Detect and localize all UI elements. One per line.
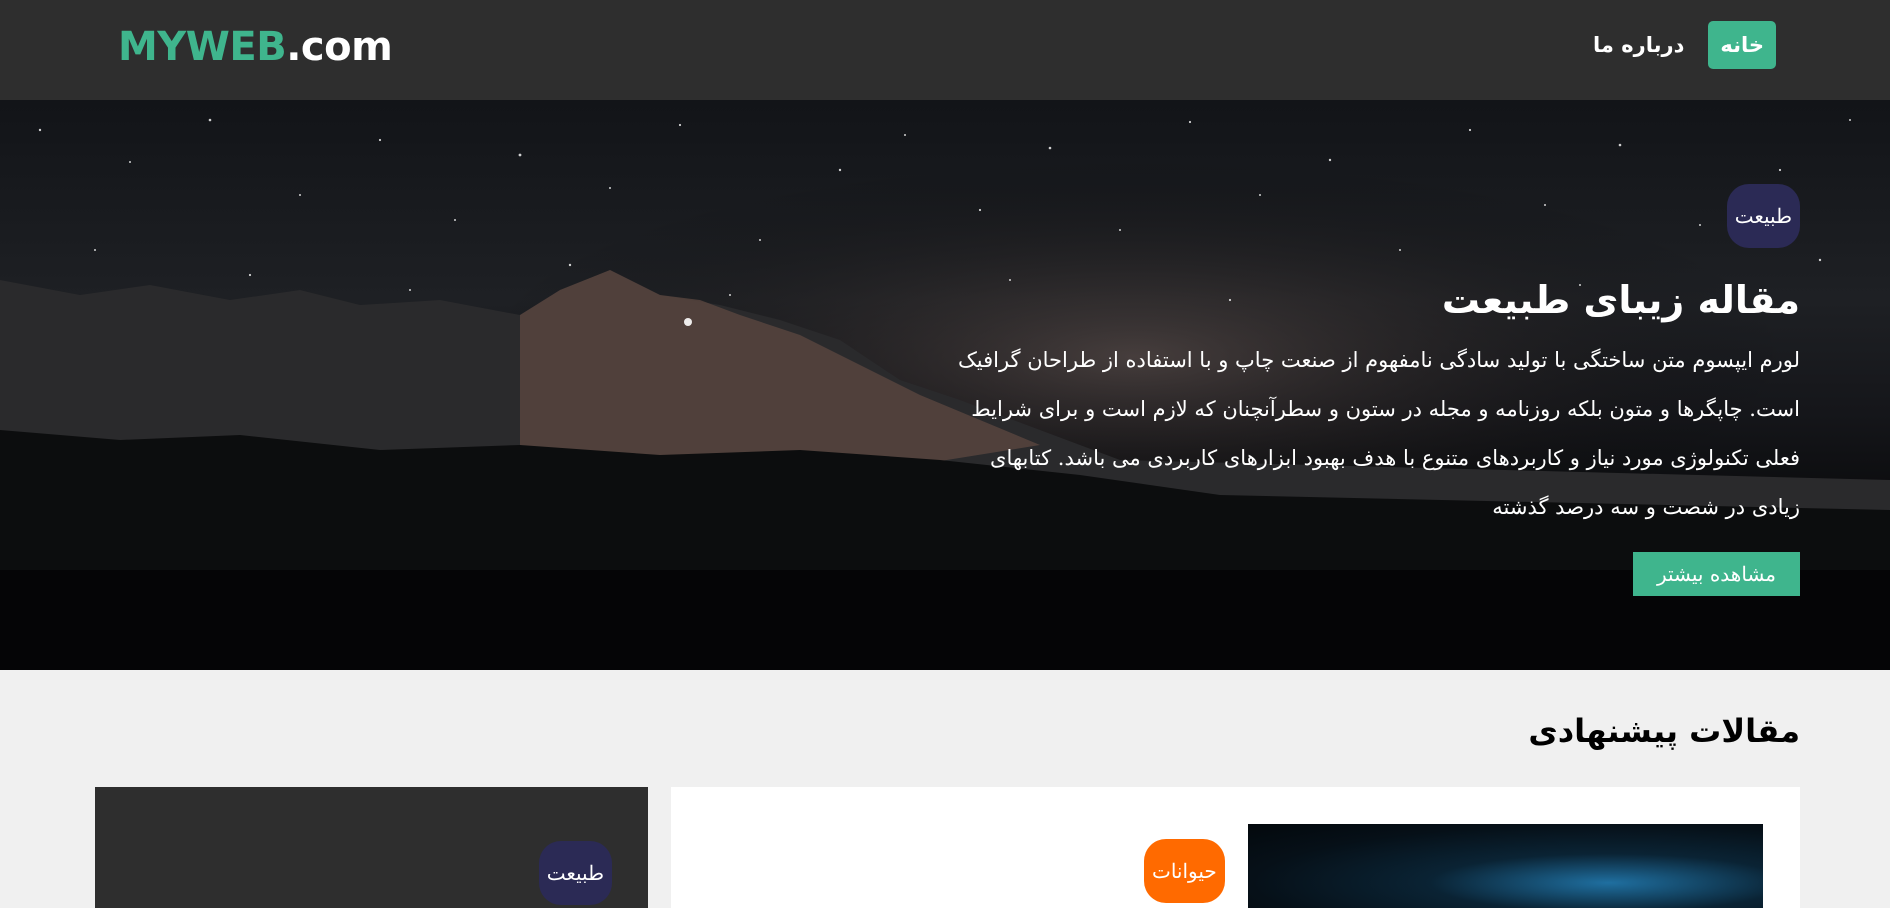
card-image[interactable] bbox=[1248, 824, 1763, 908]
logo-tld: .com bbox=[286, 24, 393, 70]
site-header: MYWEB.com درباره ما خانه bbox=[0, 0, 1890, 100]
read-more-button[interactable]: مشاهده بیشتر bbox=[1632, 552, 1800, 596]
logo-brand: MYWEB bbox=[118, 24, 287, 70]
hero-description: لورم ایپسوم متن ساختگی با تولید سادگی نا… bbox=[957, 348, 1800, 519]
card-category-badge[interactable]: طبیعت bbox=[538, 841, 612, 905]
card-category-badge[interactable]: حیوانات bbox=[1144, 839, 1225, 903]
main-nav: درباره ما خانه bbox=[1581, 21, 1776, 69]
hero-content: طبیعت مقاله زیبای طبیعت لورم ایپسوم متن … bbox=[940, 184, 1800, 596]
nav-about[interactable]: درباره ما bbox=[1581, 21, 1696, 69]
suggested-card-nature[interactable]: طبیعت bbox=[95, 787, 648, 908]
hero-category-badge[interactable]: طبیعت bbox=[1726, 184, 1800, 248]
suggested-card-animals[interactable]: حیوانات bbox=[671, 787, 1800, 908]
hero-banner: طبیعت مقاله زیبای طبیعت لورم ایپسوم متن … bbox=[0, 100, 1890, 670]
nav-home[interactable]: خانه bbox=[1708, 21, 1776, 69]
site-logo[interactable]: MYWEB.com bbox=[118, 24, 393, 70]
hero-title: مقاله زیبای طبیعت bbox=[1441, 278, 1800, 322]
suggested-section-title: مقالات پیشنهادی bbox=[1528, 712, 1800, 750]
